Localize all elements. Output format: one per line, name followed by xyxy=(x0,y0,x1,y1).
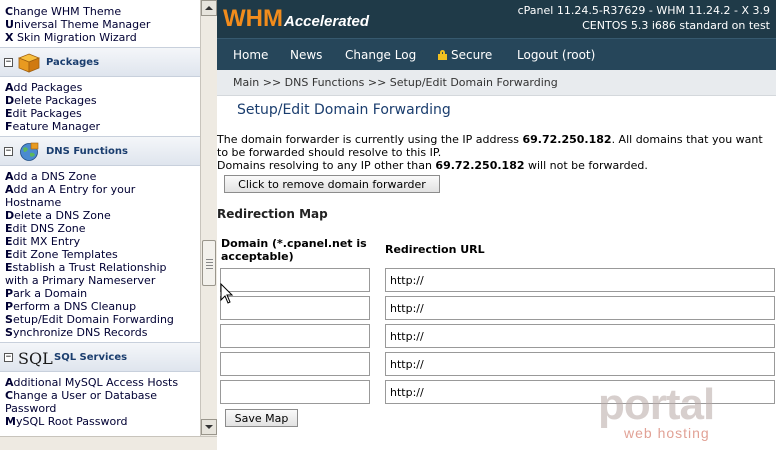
sidebar-section-sql-services[interactable]: − SQL SQL Services xyxy=(0,342,200,372)
scroll-down-button[interactable] xyxy=(201,419,217,435)
nav-change-log[interactable]: Change Log xyxy=(345,48,416,62)
sql-icon: SQL xyxy=(18,349,53,368)
column-header-url: Redirection URL xyxy=(385,243,485,256)
breadcrumb: Main >> DNS Functions >> Setup/Edit Doma… xyxy=(217,70,776,96)
ip-address: 69.72.250.182 xyxy=(435,159,525,172)
sidebar-item-add-packages[interactable]: Add Packages xyxy=(0,81,200,94)
top-nav: Home News Change Log Secure Logout (root… xyxy=(217,38,776,70)
sidebar-item-edit-packages[interactable]: Edit Packages xyxy=(0,107,200,120)
url-field[interactable] xyxy=(385,268,775,292)
chevron-up-icon xyxy=(205,6,213,10)
sidebar-item-edit-dns-zone[interactable]: Edit DNS Zone xyxy=(0,222,200,235)
version-info: cPanel 11.24.5-R37629 - WHM 11.24.2 - X … xyxy=(517,4,770,32)
nav-home[interactable]: Home xyxy=(233,48,268,62)
sidebar-item-park-domain[interactable]: Park a Domain xyxy=(0,287,200,300)
domain-field[interactable] xyxy=(220,380,370,404)
sidebar-item-domain-forwarding[interactable]: Setup/Edit Domain Forwarding xyxy=(0,313,200,326)
remove-forwarder-button[interactable]: Click to remove domain forwarder xyxy=(224,175,440,193)
forwarder-info: The domain forwarder is currently using … xyxy=(217,133,763,172)
horizontal-scrollbar[interactable] xyxy=(0,436,217,450)
domain-field[interactable] xyxy=(220,296,370,320)
main-content: Setup/Edit Domain Forwarding The domain … xyxy=(217,96,776,450)
sidebar-item-add-a-entry[interactable]: Add an A Entry for your Hostname xyxy=(0,183,160,209)
sidebar: Change WHM Theme Universal Theme Manager… xyxy=(0,0,200,436)
sidebar-item-dns-cleanup[interactable]: Perform a DNS Cleanup xyxy=(0,300,200,313)
sidebar-scrollbar[interactable] xyxy=(200,0,217,436)
collapse-icon[interactable]: − xyxy=(4,353,13,362)
sidebar-item-skin-migration-wizard[interactable]: X Skin Migration Wizard xyxy=(0,31,200,44)
header: WHMAccelerated cPanel 11.24.5-R37629 - W… xyxy=(217,0,776,38)
column-header-domain: Domain (*.cpanel.net is acceptable) xyxy=(221,237,367,263)
sidebar-section-dns-functions[interactable]: − DNS Functions xyxy=(0,136,200,166)
url-field[interactable] xyxy=(385,380,775,404)
page-title: Setup/Edit Domain Forwarding xyxy=(237,102,451,118)
sidebar-item-establish-trust[interactable]: Establish a Trust Relationship with a Pr… xyxy=(0,261,180,287)
scroll-up-button[interactable] xyxy=(201,0,217,16)
sidebar-section-packages[interactable]: − Packages xyxy=(0,47,200,77)
collapse-icon[interactable]: − xyxy=(4,147,13,156)
domain-field[interactable] xyxy=(220,268,370,292)
chevron-down-icon xyxy=(205,425,213,429)
sidebar-item-add-dns-zone[interactable]: Add a DNS Zone xyxy=(0,170,200,183)
sidebar-item-delete-packages[interactable]: Delete Packages xyxy=(0,94,200,107)
whm-logo[interactable]: WHMAccelerated xyxy=(223,5,369,32)
save-map-button[interactable]: Save Map xyxy=(225,409,298,427)
ip-address: 69.72.250.182 xyxy=(522,133,612,146)
sidebar-item-sync-dns-records[interactable]: Synchronize DNS Records xyxy=(0,326,200,339)
nav-news[interactable]: News xyxy=(290,48,322,62)
sidebar-item-change-whm-theme[interactable]: Change WHM Theme xyxy=(0,5,200,18)
domain-field[interactable] xyxy=(220,352,370,376)
sidebar-section-title: DNS Functions xyxy=(46,146,129,157)
sidebar-section-title: SQL Services xyxy=(54,352,128,363)
sidebar-item-edit-mx-entry[interactable]: Edit MX Entry xyxy=(0,235,200,248)
lock-icon xyxy=(438,50,447,60)
nav-logout[interactable]: Logout (root) xyxy=(517,48,595,62)
sidebar-item-delete-dns-zone[interactable]: Delete a DNS Zone xyxy=(0,209,200,222)
globe-icon xyxy=(20,142,39,161)
sidebar-section-title: Packages xyxy=(46,57,100,68)
redirection-map-title: Redirection Map xyxy=(217,207,328,221)
url-field[interactable] xyxy=(385,352,775,376)
scrollbar-thumb[interactable] xyxy=(202,240,216,286)
sidebar-item-change-db-password[interactable]: Change a User or Database Password xyxy=(0,389,170,415)
nav-secure[interactable]: Secure xyxy=(438,48,492,62)
sidebar-item-mysql-access-hosts[interactable]: Additional MySQL Access Hosts xyxy=(0,376,200,389)
mouse-cursor-icon xyxy=(220,283,234,304)
sidebar-item-universal-theme-manager[interactable]: Universal Theme Manager xyxy=(0,18,200,31)
sidebar-item-mysql-root-password[interactable]: MySQL Root Password xyxy=(0,415,200,428)
domain-field[interactable] xyxy=(220,324,370,348)
url-field[interactable] xyxy=(385,324,775,348)
url-field[interactable] xyxy=(385,296,775,320)
sidebar-item-feature-manager[interactable]: Feature Manager xyxy=(0,120,200,133)
collapse-icon[interactable]: − xyxy=(4,58,13,67)
sidebar-item-edit-zone-templates[interactable]: Edit Zone Templates xyxy=(0,248,200,261)
package-icon xyxy=(18,53,40,73)
